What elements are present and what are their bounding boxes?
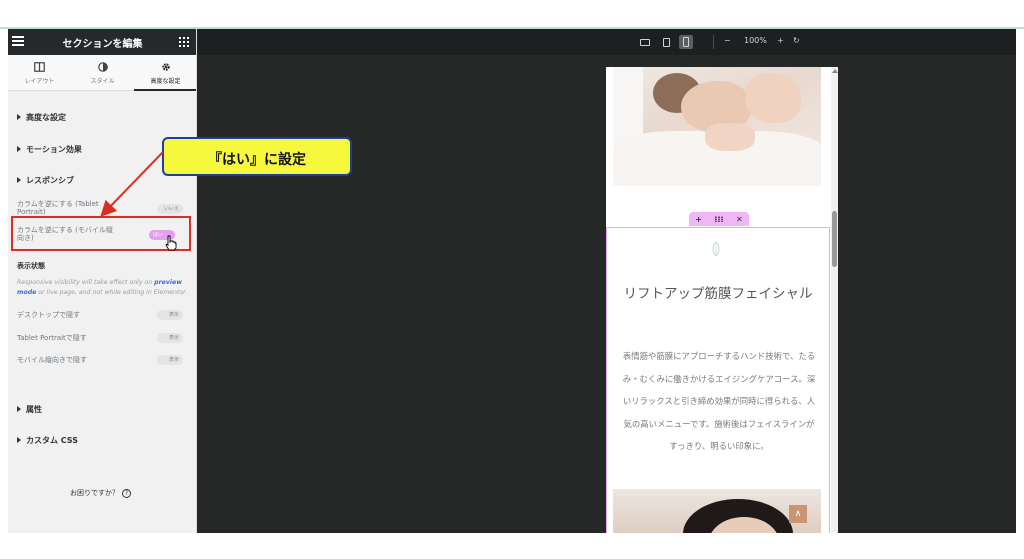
desktop-device-icon[interactable] [638,35,652,49]
responsive-toolbar: − 100% + ↻ [197,29,1016,55]
panel-tabs: レイアウト スタイル 高度な設定 [8,55,196,91]
panel-title: セクションを編集 [62,39,143,50]
reset-zoom-icon[interactable]: ↻ [793,36,800,45]
section-motion[interactable]: モーション効果 [17,144,82,155]
caret-down-icon [17,177,21,183]
mobile-preview: + ⁝⁝⁝ ✕ リフトアップ筋膜フェイシャル 表情筋や筋膜にアプローチするハンド… [606,67,838,533]
hand-pointer-icon [165,235,177,251]
hide-mobile-label: モバイル縦向きで隠す [17,356,87,364]
photo-hand-2 [705,123,755,151]
help-circle-icon: ? [122,489,131,498]
elementor-panel: セクションを編集 レイアウト スタイル 高度な設定 高度な設定 モーション効果 … [8,29,197,533]
tab-layout[interactable]: レイアウト [8,55,71,90]
zoom-in-button[interactable]: + [777,36,784,45]
columns-icon [8,62,71,73]
caret-right-icon [17,437,21,443]
hide-tablet-toggle[interactable]: 表示 [157,333,183,343]
section-attributes-label: 属性 [26,405,42,414]
visibility-note-text: Responsive visibility will take effect o… [17,279,155,286]
widgets-grid-icon[interactable] [179,37,189,47]
tab-layout-label: レイアウト [24,78,55,85]
service-description: 表情筋や筋膜にアプローチするハンド技術で、たるみ・むくみに働きかけるエイジングケ… [622,351,816,451]
hide-desktop-toggle[interactable]: 表示 [157,310,183,320]
reverse-tablet-label: カラムを逆にする (Tablet Portrait) [17,200,99,216]
tablet-device-icon[interactable] [659,35,673,49]
gear-icon [134,62,196,73]
section-responsive-label: レスポンシブ [26,176,74,185]
section-attributes[interactable]: 属性 [17,404,42,415]
annotation-callout: 『はい』に設定 [162,137,352,176]
section-advanced-label: 高度な設定 [26,113,66,122]
section-advanced[interactable]: 高度な設定 [17,112,66,123]
tab-advanced[interactable]: 高度な設定 [134,55,196,91]
zoom-out-button[interactable]: − [724,36,731,45]
service-title: リフトアップ筋膜フェイシャル [623,286,813,302]
caret-right-icon [17,146,21,152]
tab-advanced-label: 高度な設定 [150,78,181,85]
delete-section-icon[interactable]: ✕ [736,215,743,224]
facial-treatment-photo [613,67,821,186]
visibility-note: Responsive visibility will take effect o… [17,278,192,298]
preview-scrollbar[interactable] [831,67,838,533]
zoom-level: 100% [744,36,767,45]
back-to-top-button[interactable]: ∧ [789,505,807,523]
section-custom-css[interactable]: カスタム CSS [17,435,78,446]
photo-hand [745,73,801,123]
hide-mobile-toggle[interactable]: 表示 [157,355,183,365]
contrast-icon [71,62,134,73]
tab-style[interactable]: スタイル [71,55,134,90]
section-responsive[interactable]: レスポンシブ [17,175,74,186]
toolbar-divider [713,35,714,49]
caret-right-icon [17,114,21,120]
hide-tablet-label: Tablet Portraitで隠す [17,334,87,342]
editor-canvas: − 100% + ↻ + ⁝⁝⁝ ✕ リフトアップ筋膜フェイシャル 表情筋や筋膜… [197,29,1016,533]
leaf-ornament-icon [712,241,720,257]
section-motion-label: モーション効果 [26,145,82,154]
caret-right-icon [17,406,21,412]
tab-style-label: スタイル [90,78,115,85]
mobile-device-icon[interactable] [679,35,693,49]
section-custom-css-label: カスタム CSS [26,436,78,445]
help-link[interactable]: お困りですか？? [70,488,131,498]
help-label: お困りですか？ [70,489,119,497]
reverse-tablet-toggle[interactable]: いいえ [157,204,183,214]
add-section-icon[interactable]: + [695,215,702,224]
drag-section-icon[interactable]: ⁝⁝⁝ [714,215,723,224]
visibility-note-text-2: or live page, and not while editing in E… [36,289,188,296]
visibility-title: 表示状態 [17,262,45,270]
callout-text: 『はい』に設定 [208,152,306,168]
hide-desktop-label: デスクトップで隠す [17,311,80,319]
section-handle: + ⁝⁝⁝ ✕ [689,212,749,226]
panel-header: セクションを編集 [8,29,196,55]
scroll-up-arrow-icon[interactable] [832,69,838,73]
scroll-thumb[interactable] [832,211,837,267]
screenshot-frame: セクションを編集 レイアウト スタイル 高度な設定 高度な設定 モーション効果 … [0,0,1024,559]
